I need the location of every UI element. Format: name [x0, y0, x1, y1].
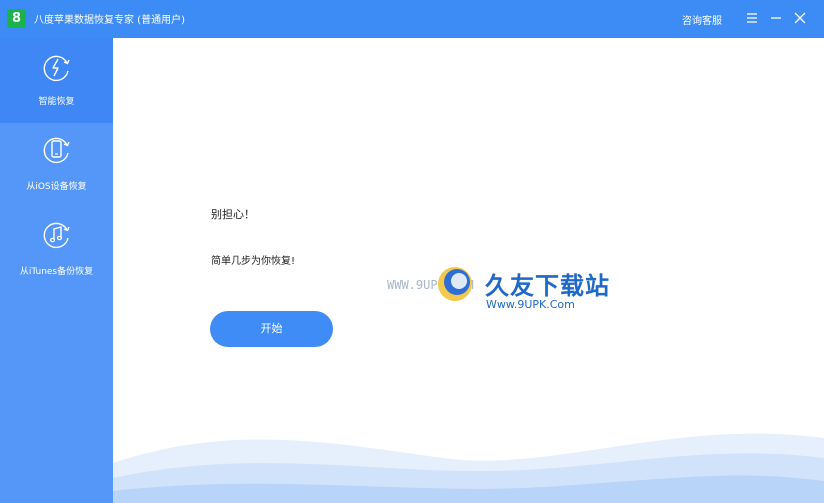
music-refresh-icon: [40, 218, 73, 251]
sidebar-item-ios-device[interactable]: 从iOS设备恢复: [0, 123, 113, 208]
sidebar-item-itunes-backup[interactable]: 从iTunes备份恢复: [0, 208, 113, 293]
watermark-url: Www.9UPK.Com: [486, 298, 575, 311]
sidebar: 智能恢复 从iOS设备恢复 从iTunes备份恢复: [0, 38, 113, 503]
title-bar: 8 八度苹果数据恢复专家 (普通用户) 咨询客服: [0, 0, 824, 38]
sidebar-item-smart-recovery[interactable]: 智能恢复: [0, 38, 113, 123]
wave-decoration: [113, 403, 824, 503]
minimize-icon: [771, 17, 781, 19]
main-panel: 别担心！ 简单几步为你恢复! 开始 WWW.9UPK.COM 久友下载站 Www…: [113, 38, 824, 503]
watermark-brand: 久友下载站: [485, 272, 610, 300]
watermark: WWW.9UPK.COM 久友下载站 Www.9UPK.Com: [383, 262, 613, 320]
sidebar-item-label: 从iOS设备恢复: [26, 182, 87, 192]
phone-refresh-icon: [40, 133, 73, 166]
close-button[interactable]: [789, 7, 811, 29]
menu-button[interactable]: [741, 7, 763, 29]
watermark-logo-icon: [435, 264, 475, 304]
headline: 别担心！: [211, 208, 255, 221]
sidebar-item-label: 从iTunes备份恢复: [19, 267, 94, 277]
minimize-button[interactable]: [765, 7, 787, 29]
customer-support-link[interactable]: 咨询客服: [682, 12, 722, 27]
menu-icon: [747, 13, 757, 23]
lightning-refresh-icon: [40, 51, 73, 84]
app-logo: 8: [7, 9, 26, 28]
close-icon: [794, 12, 806, 24]
subline: 简单几步为你恢复!: [211, 256, 296, 267]
app-title: 八度苹果数据恢复专家 (普通用户): [34, 15, 185, 26]
start-button[interactable]: 开始: [210, 311, 333, 347]
sidebar-item-label: 智能恢复: [38, 97, 75, 107]
